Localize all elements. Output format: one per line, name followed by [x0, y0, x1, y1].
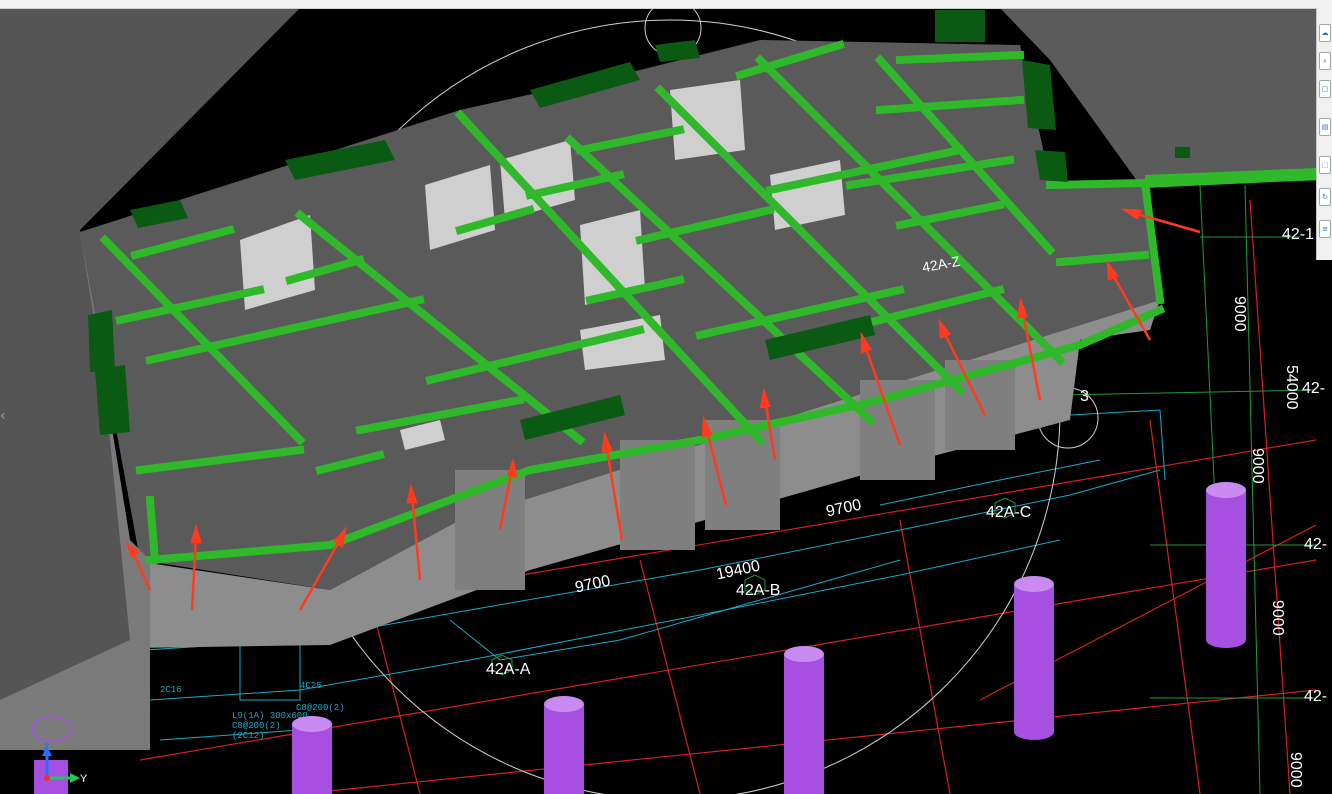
axis-label-c: 42A-C — [986, 504, 1032, 521]
model-viewport[interactable]: L9(1A) 300x600 C8@200(2) (2C12) C8@200(2… — [0, 0, 1332, 794]
top-toolbar — [0, 0, 1332, 9]
refresh-icon[interactable]: ↻ — [1319, 188, 1331, 206]
cloud-icon[interactable]: ☁ — [1319, 24, 1331, 42]
list-icon[interactable]: ≡ — [1319, 220, 1331, 238]
dim-54000: 54000 — [1283, 365, 1300, 410]
svg-text:C8@200(2): C8@200(2) — [296, 703, 345, 713]
svg-text:C8@200(2): C8@200(2) — [232, 721, 281, 731]
axis-label-r2: 42- — [1302, 380, 1326, 397]
svg-text:2C16: 2C16 — [160, 685, 182, 695]
node-label: 3 — [1080, 388, 1089, 405]
box-icon[interactable]: ▢ — [1319, 80, 1331, 98]
dim-9000-c: 9000 — [1269, 600, 1286, 636]
select-icon[interactable]: ⬚ — [1319, 156, 1331, 174]
axis-label-r4: 42- — [1304, 688, 1328, 705]
svg-text:Z: Z — [43, 742, 50, 754]
axis-label-a: 42A-A — [486, 661, 531, 678]
right-toolbar: ☁ ⌕ ▢ ▤ ⬚ ↻ ≡ — [1316, 8, 1332, 260]
axis-label-r1: 42-1 — [1282, 226, 1315, 243]
svg-text:(2C12): (2C12) — [232, 731, 264, 741]
axis-label-b: 42A-B — [736, 582, 781, 599]
collapse-arrow-icon[interactable]: ‹ — [0, 408, 6, 424]
dim-9000-d: 9000 — [1287, 752, 1304, 788]
dim-9000-a: 9000 — [1231, 296, 1248, 332]
dim-9000-b: 9000 — [1249, 448, 1266, 484]
svg-text:Y: Y — [80, 773, 88, 785]
zoom-icon[interactable]: ⌕ — [1319, 52, 1331, 70]
axis-label-r3: 42- — [1304, 536, 1328, 553]
svg-text:4C25: 4C25 — [300, 681, 322, 691]
layer-icon[interactable]: ▤ — [1319, 118, 1331, 136]
